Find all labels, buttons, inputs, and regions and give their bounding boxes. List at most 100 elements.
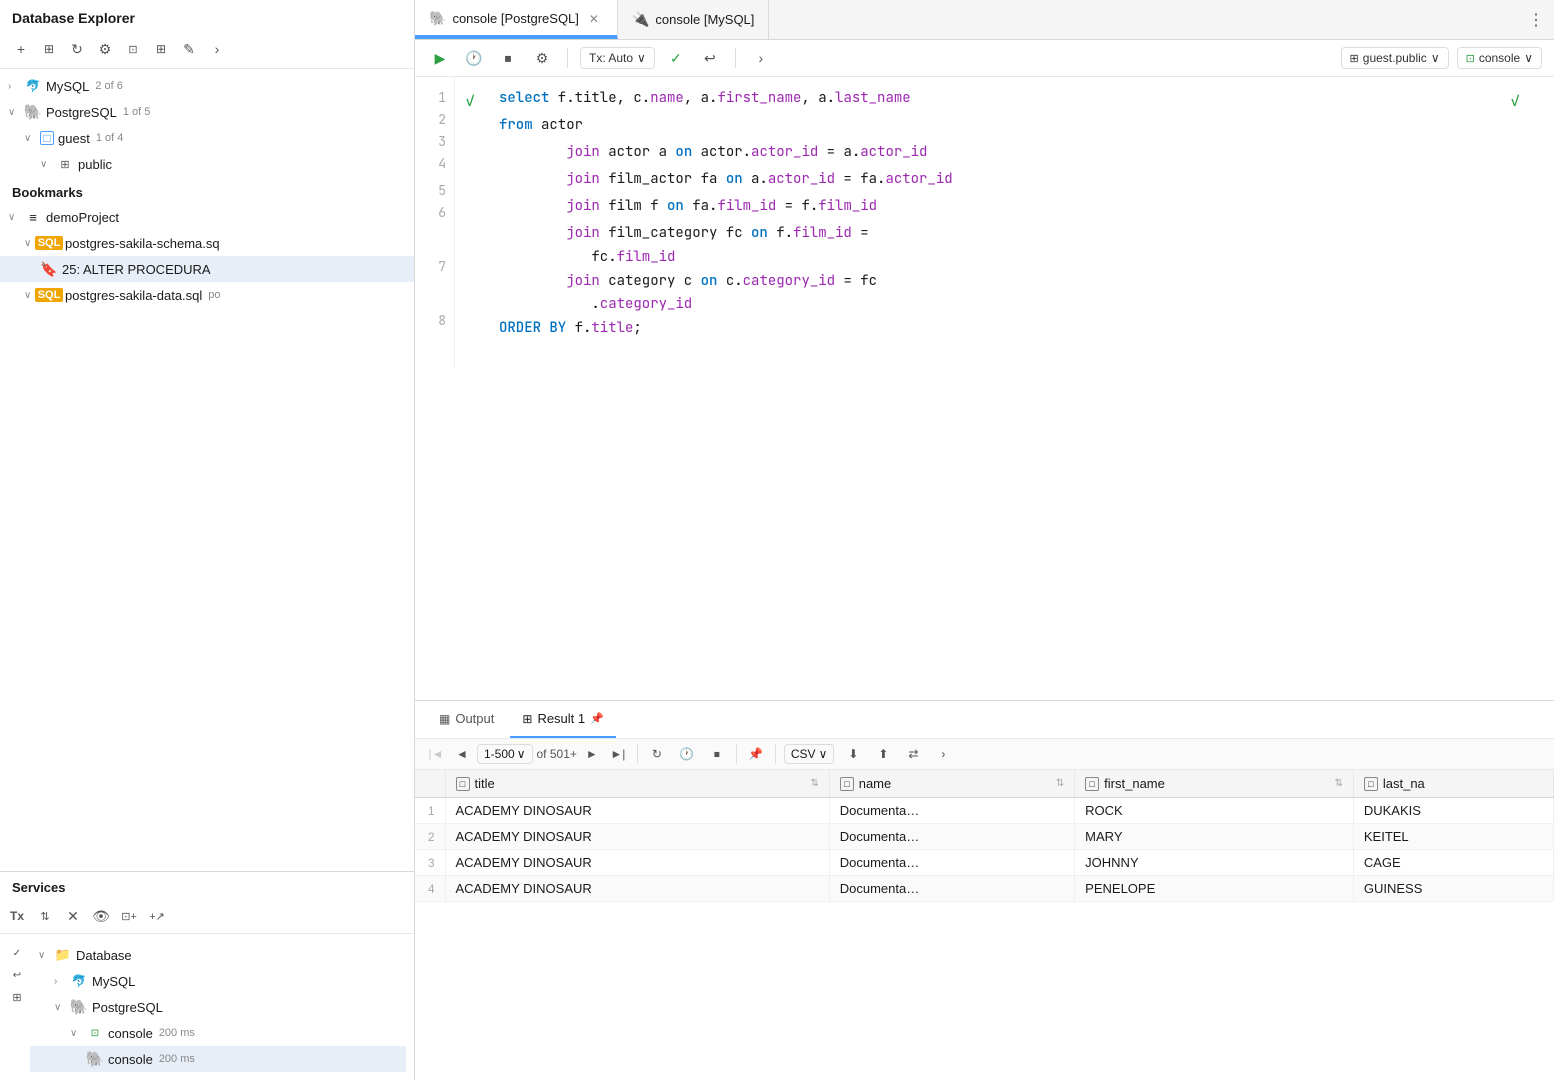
row-num-2: 2 bbox=[415, 824, 445, 850]
tab-postgresql-console[interactable]: 🐘 console [PostgreSQL] ✕ bbox=[415, 0, 618, 39]
tree-item-schema-sql[interactable]: ∨ SQL postgres-sakila-schema.sq bbox=[0, 230, 414, 256]
edit-icon[interactable]: ✎ bbox=[178, 38, 200, 60]
tab-more-button[interactable]: ⋮ bbox=[1518, 10, 1554, 30]
tab-bar: 🐘 console [PostgreSQL] ✕ 🔌 console [MySQ… bbox=[415, 0, 1554, 40]
prev-page-button[interactable]: ◄ bbox=[451, 743, 473, 765]
schema-selector[interactable]: ⊞ guest.public ∨ bbox=[1341, 47, 1449, 69]
tree-item-data-sql[interactable]: ∨ SQL postgres-sakila-data.sql po bbox=[0, 282, 414, 308]
tab-output[interactable]: ▦ Output bbox=[427, 701, 506, 738]
page-range-selector[interactable]: 1-500 ∨ bbox=[477, 744, 533, 764]
console-pg-badge: 200 ms bbox=[159, 1027, 195, 1039]
first-page-button[interactable]: |◄ bbox=[425, 743, 447, 765]
tree-item-services-pg[interactable]: ∨ 🐘 PostgreSQL bbox=[30, 994, 406, 1020]
col-header-last-name[interactable]: □ last_na bbox=[1353, 770, 1553, 798]
line-check-1: ✓ bbox=[459, 87, 481, 114]
eye-icon[interactable]: 👁 bbox=[90, 905, 112, 927]
row-num-header bbox=[415, 770, 445, 798]
tree-item-services-mysql[interactable]: › 🐬 MySQL bbox=[30, 968, 406, 994]
settings-icon[interactable]: ⚙ bbox=[94, 38, 116, 60]
tree-item-mysql[interactable]: › 🐬 MySQL 2 of 6 bbox=[0, 73, 414, 99]
console-pg-sub-label: console bbox=[108, 1052, 153, 1067]
close-icon[interactable]: ✕ bbox=[62, 905, 84, 927]
editor-settings-button[interactable]: ⚙ bbox=[529, 45, 555, 71]
schema-icon-toolbar: ⊞ bbox=[1350, 52, 1359, 65]
sidebar: Database Explorer + ⊞ ↻ ⚙ ⊡ ⊞ ✎ › › 🐬 My… bbox=[0, 0, 415, 1080]
table-row[interactable]: 1 ACADEMY DINOSAUR Documenta… ROCK DUKAK… bbox=[415, 798, 1554, 824]
table-row[interactable]: 3 ACADEMY DINOSAUR Documenta… JOHNNY CAG… bbox=[415, 850, 1554, 876]
row-2-name: Documenta… bbox=[829, 824, 1074, 850]
schema-label: guest.public bbox=[1363, 51, 1427, 65]
stop-results-button[interactable]: ⏹ bbox=[706, 743, 728, 765]
table-row[interactable]: 2 ACADEMY DINOSAUR Documenta… MARY KEITE… bbox=[415, 824, 1554, 850]
tab-result-1[interactable]: ⊞ Result 1 📌 bbox=[510, 701, 615, 738]
folder-icon: ≡ bbox=[24, 208, 42, 226]
tab-mysql-console[interactable]: 🔌 console [MySQL] bbox=[618, 0, 769, 39]
tree-item-demo-project[interactable]: ∨ ≡ demoProject bbox=[0, 204, 414, 230]
col-header-first-name[interactable]: □ first_name ⇅ bbox=[1075, 770, 1354, 798]
grid-icon[interactable]: ⊞ bbox=[150, 38, 172, 60]
folder-icon-services: 📁 bbox=[54, 946, 72, 964]
row-3-last-name: CAGE bbox=[1353, 850, 1553, 876]
demo-project-label: demoProject bbox=[46, 210, 119, 225]
rollback-button[interactable]: ↩ bbox=[697, 45, 723, 71]
console-selector[interactable]: ⊡ console ∨ bbox=[1457, 47, 1542, 69]
upload-button[interactable]: ⬆ bbox=[872, 743, 894, 765]
tree-item-public[interactable]: ∨ ⊞ public bbox=[0, 151, 414, 177]
refresh-icon[interactable]: ↻ bbox=[66, 38, 88, 60]
expand-icon[interactable]: › bbox=[206, 38, 228, 60]
database-folder-label: Database bbox=[76, 948, 132, 963]
col-icon-title: □ bbox=[456, 777, 470, 791]
code-editor[interactable]: 1 2 3 4 5 6 7 8 ✓ bbox=[415, 77, 1554, 700]
schema-sql-label: postgres-sakila-schema.sq bbox=[65, 236, 220, 251]
compare-button[interactable]: ⇄ bbox=[902, 743, 924, 765]
tree-item-services-console-pg-sub[interactable]: 🐘 console 200 ms bbox=[30, 1046, 406, 1072]
undo-services-icon[interactable]: ↩ bbox=[8, 966, 26, 984]
tree-item-services-console-pg[interactable]: ∨ ⊡ console 200 ms bbox=[30, 1020, 406, 1046]
add-icon[interactable]: + bbox=[10, 38, 32, 60]
sort-icon-name[interactable]: ⇅ bbox=[1056, 778, 1064, 789]
last-page-button[interactable]: ►| bbox=[607, 743, 629, 765]
grid-services-icon[interactable]: ⊞ bbox=[8, 988, 26, 1006]
refresh-results-button[interactable]: ↻ bbox=[646, 743, 668, 765]
stop-button[interactable]: ⏹ bbox=[495, 45, 521, 71]
tab-close-pg[interactable]: ✕ bbox=[585, 10, 603, 28]
tree-item-guest[interactable]: ∨ □ guest 1 of 4 bbox=[0, 125, 414, 151]
history-button[interactable]: 🕐 bbox=[461, 45, 487, 71]
add-services-icon[interactable]: +↗ bbox=[146, 905, 168, 927]
next-page-button[interactable]: ► bbox=[581, 743, 603, 765]
row-2-last-name: KEITEL bbox=[1353, 824, 1553, 850]
tx-selector[interactable]: Tx: Auto ∨ bbox=[580, 47, 655, 69]
col-header-name[interactable]: □ name ⇅ bbox=[829, 770, 1074, 798]
tree-item-bookmark-25[interactable]: 🔖 25: ALTER PROCEDURA bbox=[0, 256, 414, 282]
new-console-icon[interactable]: ⊡+ bbox=[118, 905, 140, 927]
run-button[interactable]: ▶ bbox=[427, 45, 453, 71]
tree-item-postgresql[interactable]: ∨ 🐘 PostgreSQL 1 of 5 bbox=[0, 99, 414, 125]
col-header-title[interactable]: □ title ⇅ bbox=[445, 770, 829, 798]
csv-selector[interactable]: CSV ∨ bbox=[784, 744, 834, 764]
copy-icon[interactable]: ⊞ bbox=[38, 38, 60, 60]
pg-icon: 🐘 bbox=[24, 103, 42, 121]
history-results-button[interactable]: 🕐 bbox=[676, 743, 698, 765]
row-1-name: Documenta… bbox=[829, 798, 1074, 824]
jump-button[interactable]: › bbox=[748, 45, 774, 71]
col-name-text: name bbox=[859, 776, 892, 791]
console-label: console bbox=[1479, 51, 1520, 65]
sort-icon-first-name[interactable]: ⇅ bbox=[1334, 778, 1342, 789]
code-content: select f.title, c.name, a.first_name, a.… bbox=[485, 77, 1554, 367]
table-result-icon: ⊞ bbox=[522, 712, 532, 726]
download-button[interactable]: ⬇ bbox=[842, 743, 864, 765]
tree-item-database-folder[interactable]: ∨ 📁 Database bbox=[30, 942, 406, 968]
services-tree: ✓ ↩ ⊞ ∨ 📁 Database › bbox=[0, 934, 414, 1080]
code-line-2: from actor bbox=[499, 114, 1540, 141]
sort-icon-title[interactable]: ⇅ bbox=[810, 778, 818, 789]
table-row[interactable]: 4 ACADEMY DINOSAUR Documenta… PENELOPE G… bbox=[415, 876, 1554, 902]
pin-results-button[interactable]: 📌 bbox=[745, 743, 767, 765]
commit-button[interactable]: ✓ bbox=[663, 45, 689, 71]
check-services-icon[interactable]: ✓ bbox=[8, 944, 26, 962]
editor-area: 🐘 console [PostgreSQL] ✕ 🔌 console [MySQ… bbox=[415, 0, 1554, 1080]
row-num-4: 4 bbox=[415, 876, 445, 902]
mysql-icon: 🐬 bbox=[24, 77, 42, 95]
up-down-icon[interactable]: ⇅ bbox=[34, 905, 56, 927]
view-icon[interactable]: ⊡ bbox=[122, 38, 144, 60]
more-results-button[interactable]: › bbox=[932, 743, 954, 765]
